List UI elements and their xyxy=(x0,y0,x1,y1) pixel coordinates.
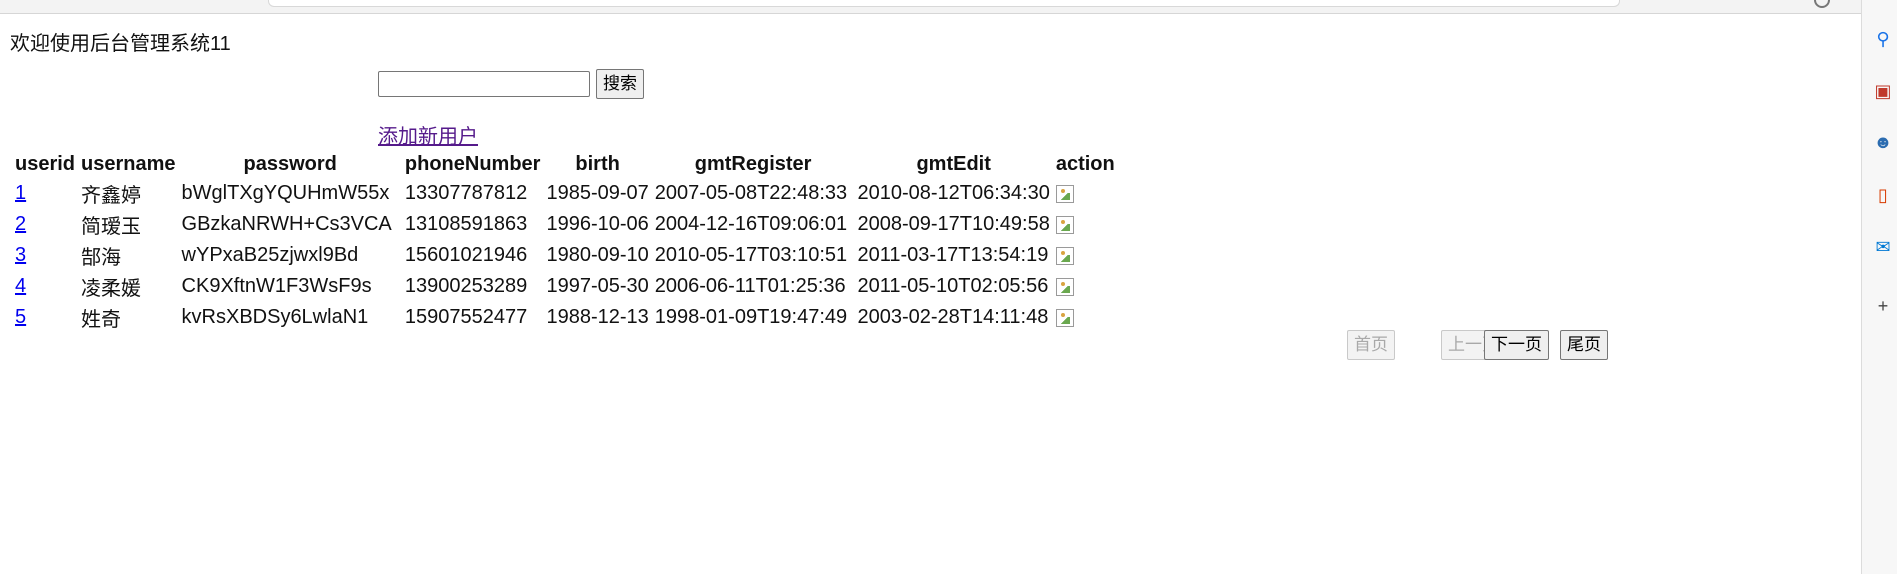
first-page-button[interactable]: 首页 xyxy=(1347,330,1395,360)
cell-gmt-edit: 2003-02-28T14:11:48 xyxy=(857,306,1049,328)
cell-action xyxy=(1054,303,1117,332)
search-icon[interactable]: ⚲ xyxy=(1872,28,1894,50)
cell-action xyxy=(1054,272,1117,301)
cell-userid: 2 xyxy=(13,210,77,239)
user-table: userid username password phoneNumber bir… xyxy=(11,149,1119,334)
briefcase-icon[interactable]: ▣ xyxy=(1872,80,1894,102)
search-button[interactable]: 搜索 xyxy=(596,69,644,99)
action-image-icon[interactable] xyxy=(1055,215,1074,234)
cell-username: 凌柔媛 xyxy=(81,278,142,300)
browser-sidebar: ⚲ ▣ ☻ ▯ ✉ + xyxy=(1861,0,1897,574)
cell-password: GBzkaNRWH+Cs3VCA xyxy=(181,213,392,235)
browser-top-bar xyxy=(0,0,1861,14)
table-header-row: userid username password phoneNumber bir… xyxy=(13,151,1117,177)
table-row: 4 凌柔媛 CK9XftnW1F3WsF9s 13900253289 1997-05-3… xyxy=(13,272,1117,301)
search-input[interactable] xyxy=(378,71,590,97)
cell-phone: 13900253289 xyxy=(404,275,528,297)
column-header-password: password xyxy=(243,152,337,175)
column-header-username: username xyxy=(81,152,176,175)
admin-page: 欢迎使用后台管理系统11 搜索 添加新用户 userid username pa… xyxy=(0,13,1861,574)
table-row: 3 郜海 wYPxaB25zjwxl9Bd 15601021946 1980-09-10… xyxy=(13,241,1117,270)
cell-userid: 4 xyxy=(13,272,77,301)
plus-icon[interactable]: + xyxy=(1872,295,1894,317)
cell-userid: 5 xyxy=(13,303,77,332)
cell-username: 齐鑫婷 xyxy=(81,185,142,207)
add-user-link[interactable]: 添加新用户 xyxy=(378,120,478,149)
action-image-icon[interactable] xyxy=(1055,277,1074,296)
table-row: 5 姓奇 kvRsXBDSy6LwlaN1 15907552477 1988-12-13… xyxy=(13,303,1117,332)
user-id-link[interactable]: 3 xyxy=(15,244,26,266)
people-icon[interactable]: ☻ xyxy=(1872,131,1894,153)
table-row: 2 简瑷玉 GBzkaNRWH+Cs3VCA 13108591863 1996-10-0… xyxy=(13,210,1117,239)
cell-action xyxy=(1054,210,1117,239)
column-header-action: action xyxy=(1055,152,1115,175)
cell-password: bWglTXgYQUHmW55x xyxy=(181,182,390,204)
cell-phone: 15601021946 xyxy=(404,244,528,266)
profile-icon[interactable] xyxy=(1814,0,1830,8)
cell-gmt-register: 2010-05-17T03:10:51 xyxy=(654,244,848,266)
column-header-gmt-edit: gmtEdit xyxy=(916,152,991,175)
cell-gmt-register: 2006-06-11T01:25:36 xyxy=(654,275,846,297)
cell-action xyxy=(1054,241,1117,270)
cell-userid: 1 xyxy=(13,179,77,208)
cell-action xyxy=(1054,179,1117,208)
cell-gmt-register: 2007-05-08T22:48:33 xyxy=(654,182,848,204)
cell-gmt-register: 2004-12-16T09:06:01 xyxy=(654,213,848,235)
cell-password: wYPxaB25zjwxl9Bd xyxy=(181,244,359,266)
cell-birth: 1985-09-07 xyxy=(546,182,649,204)
cell-username: 姓奇 xyxy=(81,309,122,331)
cell-password: kvRsXBDSy6LwlaN1 xyxy=(181,306,369,328)
user-id-link[interactable]: 1 xyxy=(15,182,26,204)
cell-birth: 1988-12-13 xyxy=(546,306,649,328)
cell-birth: 1996-10-06 xyxy=(546,213,649,235)
cell-gmt-edit: 2010-08-12T06:34:30 xyxy=(857,182,1050,204)
column-header-userid: userid xyxy=(15,152,76,175)
cell-gmt-register: 1998-01-09T19:47:49 xyxy=(654,306,848,328)
cell-birth: 1997-05-30 xyxy=(546,275,649,297)
cell-gmt-edit: 2011-03-17T13:54:19 xyxy=(857,244,1049,266)
action-image-icon[interactable] xyxy=(1055,308,1074,327)
address-bar[interactable] xyxy=(268,0,1620,7)
cell-phone: 13307787812 xyxy=(404,182,528,204)
cell-username: 郜海 xyxy=(81,247,122,269)
cell-gmt-edit: 2008-09-17T10:49:58 xyxy=(857,213,1050,235)
cell-password: CK9XftnW1F3WsF9s xyxy=(181,275,372,297)
cell-birth: 1980-09-10 xyxy=(546,244,649,266)
action-image-icon[interactable] xyxy=(1055,246,1074,265)
user-id-link[interactable]: 4 xyxy=(15,275,26,297)
table-row: 1 齐鑫婷 bWglTXgYQUHmW55x 13307787812 1985-09-0… xyxy=(13,179,1117,208)
cell-gmt-edit: 2011-05-10T02:05:56 xyxy=(857,275,1049,297)
outlook-icon[interactable]: ✉ xyxy=(1872,236,1894,258)
action-image-icon[interactable] xyxy=(1055,184,1074,203)
office-icon[interactable]: ▯ xyxy=(1872,184,1894,206)
cell-phone: 13108591863 xyxy=(404,213,528,235)
cell-username: 简瑷玉 xyxy=(81,216,142,238)
column-header-birth: birth xyxy=(575,152,620,175)
cell-userid: 3 xyxy=(13,241,77,270)
user-id-link[interactable]: 5 xyxy=(15,306,26,328)
next-page-button[interactable]: 下一页 xyxy=(1484,330,1549,360)
column-header-phone: phoneNumber xyxy=(404,152,541,175)
user-id-link[interactable]: 2 xyxy=(15,213,26,235)
cell-phone: 15907552477 xyxy=(404,306,528,328)
welcome-heading: 欢迎使用后台管理系统11 xyxy=(10,33,231,55)
last-page-button[interactable]: 尾页 xyxy=(1560,330,1608,360)
column-header-gmt-register: gmtRegister xyxy=(694,152,812,175)
